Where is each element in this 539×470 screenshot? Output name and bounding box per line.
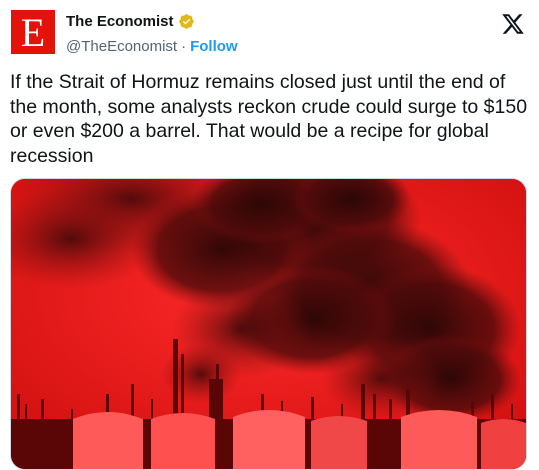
verified-badge-icon <box>178 13 195 30</box>
avatar[interactable]: E <box>11 10 55 54</box>
author-name-row: The Economist <box>66 13 195 30</box>
refinery-smoke-image <box>11 179 526 469</box>
tweet-image[interactable] <box>10 178 527 470</box>
display-name[interactable]: The Economist <box>66 13 174 30</box>
follow-button[interactable]: Follow <box>190 38 238 55</box>
handle-row: @TheEconomist · Follow <box>66 38 238 55</box>
separator: · <box>181 38 187 55</box>
storage-tanks <box>73 410 526 469</box>
handle[interactable]: @TheEconomist <box>66 38 177 55</box>
tweet-text: If the Strait of Hormuz remains closed j… <box>10 71 528 167</box>
tweet-card: E The Economist @TheEconomist · Follow If … <box>0 0 539 470</box>
x-logo-icon[interactable] <box>501 12 525 36</box>
avatar-letter: E <box>20 10 46 55</box>
